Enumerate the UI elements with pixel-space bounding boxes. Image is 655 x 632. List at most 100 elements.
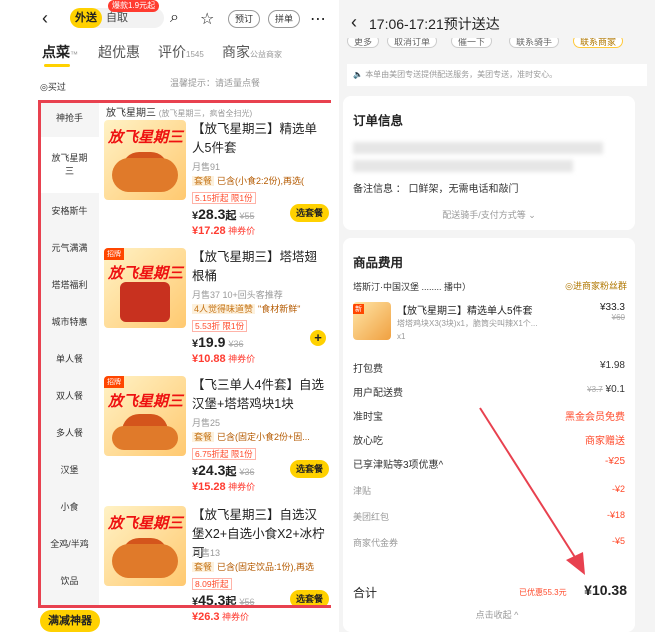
order-remark: 备注信息 ： 口鲜架，无需电话和敲门 (353, 184, 519, 195)
sidebar-item[interactable]: 双人餐 (40, 378, 99, 415)
product-card[interactable]: 放飞星期三 【放飞星期三】精选单人5件套 月售91 套餐 已含(小食2:2份),再… (104, 120, 330, 245)
group-order-button[interactable]: 拼单 (268, 10, 301, 28)
rider-payment-link[interactable]: 配送骑手/支付方式等 ⌄ (343, 208, 635, 221)
discount-tool-button[interactable]: 满减神器 (40, 610, 100, 632)
active-tab-indicator (44, 64, 70, 67)
product-image[interactable]: 招牌 放飞星期三 (104, 248, 186, 328)
sidebar-item[interactable]: 多人餐 (40, 415, 99, 452)
top-bar: ‹ 外送 自取 爆款1.9元起 ⌕ ☆ 预订 拼单 ⋯ (0, 0, 331, 36)
cancel-order-button[interactable]: 取消订单 (387, 38, 438, 48)
discount-row: 津贴 -¥2 (353, 484, 625, 500)
sidebar-item[interactable]: 汉堡 (40, 452, 99, 489)
coupon-price: ¥10.88 神券价 (192, 352, 255, 365)
product-image[interactable]: 放飞星期三 (104, 120, 186, 200)
product-image[interactable]: 招牌 放飞星期三 (104, 376, 186, 456)
sidebar-item[interactable]: 元气满满 (40, 230, 99, 267)
more-icon[interactable]: ⋯ (310, 9, 326, 29)
product-image-text: 放飞星期三 (108, 515, 184, 532)
product-tag: 套餐 已含(小食2:2份),再选( (192, 174, 327, 187)
original-price: ¥36 (239, 467, 255, 477)
discount-badge: 6.75折起 限1份 (192, 448, 256, 460)
discount-label: 商家代金券 (353, 538, 399, 548)
food-shape (120, 282, 170, 322)
mode-delivery[interactable]: 外送 (70, 8, 102, 28)
product-tag-text: 已含(固定饮品:1份),再选 (217, 562, 315, 572)
product-card[interactable]: 招牌 放飞星期三 【飞三单人4件套】自选汉堡+塔塔鸡块1块 月售25 套餐 已含(固… (104, 376, 330, 501)
price-value: 19.9 (198, 334, 226, 350)
contact-merchant-button[interactable]: 联系商家 (573, 38, 624, 48)
fee-row-discounts[interactable]: 已享津贴等3项优惠^ -¥25 (353, 456, 625, 472)
join-fan-group-button[interactable]: ◎进商家粉丝群 (565, 279, 627, 292)
coupon-price-label: 神券价 (222, 612, 250, 622)
order-item-qty: x1 (397, 332, 406, 341)
choose-set-button[interactable]: 选套餐 (290, 460, 330, 478)
discount-value: -¥2 (611, 484, 625, 494)
price-suffix: 起 (225, 596, 237, 608)
discount-badge: 8.09折起 (192, 578, 232, 590)
price-suffix: 起 (225, 210, 237, 222)
saved-amount: 已优惠55.3元 (519, 588, 567, 597)
product-tag-text: 已含(固定小食2份+固... (217, 432, 310, 442)
back-arrow-icon[interactable]: ‹ (42, 8, 48, 29)
favorite-star-icon[interactable]: ☆ (200, 9, 214, 29)
search-icon[interactable]: ⌕ (170, 9, 179, 27)
fee-orig: ¥3.7 (587, 385, 603, 394)
product-card[interactable]: 放飞星期三 【放飞星期三】自选汉堡X2+自选小食X2+冰柠可 月售13 套餐 已含… (104, 506, 330, 631)
tab-reviews[interactable]: 评价1545 (158, 42, 204, 62)
fee-value: ¥0.1 (605, 384, 625, 395)
category-sidebar: 神抢手 放飞星期三 安格斯牛 元气满满 塔塔福利 城市特惠 单人餐 双人餐 多人… (40, 100, 99, 623)
delivery-note: 🔈 本单由美团专送提供配送服务，美团专送，准时安心。 (347, 64, 647, 86)
sidebar-item[interactable]: 全鸡/半鸡 (40, 526, 99, 563)
more-button[interactable]: 更多 (347, 38, 380, 48)
tab-deals[interactable]: 超优惠 (98, 42, 140, 62)
tab-menu[interactable]: 点菜™ (42, 42, 78, 62)
order-detail-panel: ‹ 17:06-17:21预计送达 更多 取消订单 催一下 联系骑手 联系商家 … (339, 0, 655, 632)
bought-before-link[interactable]: ◎买过 (40, 80, 66, 93)
product-card[interactable]: 招牌 放飞星期三 【放飞星期三】塔塔翅根桶 月售37 10+回头客推荐 4人觉得味… (104, 248, 330, 373)
product-price: ¥28.3起 ¥55 (192, 206, 255, 222)
product-tag-label: 套餐 (192, 562, 215, 572)
reserve-button[interactable]: 预订 (228, 10, 261, 28)
sidebar-item[interactable]: 小食 (40, 489, 99, 526)
notice-text: 温馨提示：请适量点餐 (170, 78, 261, 88)
coupon-price: ¥17.28 神券价 (192, 224, 255, 237)
product-sales: 月售13 (192, 548, 221, 558)
discount-row: 美团红包 -¥18 (353, 510, 625, 526)
fee-label: 打包费 (353, 364, 383, 375)
tab-menu-sub: ™ (70, 50, 78, 59)
tab-merchant[interactable]: 商家公益商家 (222, 42, 282, 62)
store-name: 塔斯汀·中国汉堡 ........ 播中） (353, 282, 472, 292)
sidebar-item[interactable]: 城市特惠 (40, 304, 99, 341)
product-price: ¥19.9 ¥36 (192, 334, 244, 350)
coupon-price-value: ¥26.3 (192, 611, 220, 623)
sidebar-item-active[interactable]: 放飞星期三 (40, 137, 99, 193)
sidebar-item[interactable]: 单人餐 (40, 341, 99, 378)
discount-label: 津贴 (353, 486, 372, 496)
sidebar-item[interactable]: 塔塔福利 (40, 267, 99, 304)
back-arrow-icon[interactable]: ‹ (351, 12, 357, 33)
coupon-price-label: 神券价 (228, 354, 256, 364)
panel-divider (331, 0, 339, 632)
choose-set-button[interactable]: 选套餐 (290, 204, 330, 222)
discount-row: 商家代金券 -¥5 (353, 536, 625, 552)
sidebar-item[interactable]: 安格斯牛 (40, 193, 99, 230)
order-info-card: 订单信息 备注信息 ： 口鲜架，无需电话和敲门 配送骑手/支付方式等 ⌄ (343, 96, 635, 230)
choose-set-button[interactable]: 选套餐 (290, 590, 330, 608)
contact-rider-button[interactable]: 联系骑手 (509, 38, 560, 48)
order-item-desc: 塔塔鸡块X3(3块)x1，脆筒尖叫辣X1个... (397, 319, 538, 328)
urge-button[interactable]: 催一下 (451, 38, 493, 48)
sidebar-item[interactable]: 神抢手 (40, 100, 99, 137)
coupon-price-value: ¥17.28 (192, 225, 226, 237)
product-tag-text: "食材新鲜" (258, 304, 301, 314)
price-value: 45.3 (198, 592, 226, 608)
add-to-cart-button[interactable]: + (310, 330, 326, 346)
coupon-price-value: ¥10.88 (192, 353, 226, 365)
discount-text: 6.75折起 限1份 (192, 448, 256, 460)
product-tag-label: 4人觉得味道赞 (192, 304, 256, 314)
category-subtitle: (放飞星期三，疯省全扫光) (158, 109, 253, 118)
sidebar-item[interactable]: 饮品 (40, 563, 99, 600)
original-price: ¥56 (239, 597, 255, 607)
product-image[interactable]: 放飞星期三 (104, 506, 186, 586)
order-item-price: ¥33.3 ¥60 (600, 302, 625, 322)
collapse-button[interactable]: 点击收起 ^ (339, 608, 655, 621)
